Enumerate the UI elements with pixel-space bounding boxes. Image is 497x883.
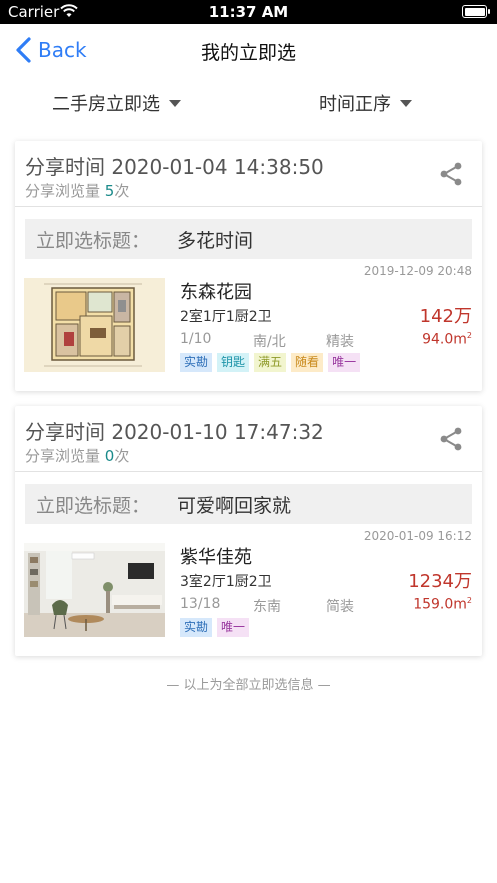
selection-title-value: 多花时间 bbox=[177, 230, 254, 252]
listing-tag: 实勘 bbox=[180, 353, 213, 372]
unit-price-value: 94.0m bbox=[422, 331, 467, 348]
listing-tag: 唯一 bbox=[217, 618, 250, 637]
caret-down-icon bbox=[169, 99, 181, 107]
share-time: 分享时间 2020-01-04 14:38:50 bbox=[25, 155, 324, 179]
time-order-filter-label: 时间正序 bbox=[319, 94, 391, 115]
end-of-list-note: — 以上为全部立即选信息 — bbox=[166, 678, 331, 693]
share-views-count: 0 bbox=[104, 447, 115, 465]
listing-floor: 13/18 bbox=[180, 596, 221, 612]
unit-price-sup: 2 bbox=[466, 331, 472, 340]
listing-decoration: 简装 bbox=[326, 599, 354, 615]
selection-title-value: 可爱啊回家就 bbox=[177, 495, 292, 517]
share-views-label: 分享浏览量 bbox=[25, 447, 101, 465]
listing-date: 2020-01-09 16:12 bbox=[363, 529, 472, 543]
listing-tag: 随看 bbox=[291, 353, 324, 372]
listing-unit-price: 94.0m2 bbox=[422, 331, 472, 348]
unit-price-sup: 2 bbox=[466, 596, 472, 605]
listing-unit-price: 159.0m2 bbox=[413, 596, 472, 613]
listing-orientation: 东南 bbox=[253, 599, 281, 615]
share-card-header: 分享时间 2020-01-04 14:38:50 分享浏览量 5次 bbox=[15, 141, 482, 207]
listing-name: 东森花园 bbox=[180, 282, 252, 303]
listing-layout: 3室2厅1厨2卫 bbox=[180, 574, 272, 590]
listing-item[interactable]: 2020-01-09 16:12 紫华佳苑 3室2厅1厨2卫 1234万 13/… bbox=[15, 526, 482, 652]
listing-name: 紫华佳苑 bbox=[180, 547, 252, 568]
property-type-filter-label: 二手房立即选 bbox=[52, 94, 160, 115]
listing-layout: 2室1厅1厨2卫 bbox=[180, 309, 272, 325]
listing-tags: 实勘 钥匙 满五 随看 唯一 bbox=[180, 353, 365, 372]
share-icon[interactable] bbox=[438, 426, 464, 452]
selection-title-label: 立即选标题： bbox=[36, 230, 151, 252]
property-type-filter[interactable]: 二手房立即选 bbox=[52, 90, 181, 116]
listing-tag: 钥匙 bbox=[217, 353, 250, 372]
living-room-photo bbox=[24, 543, 165, 637]
status-time: 11:37 AM bbox=[208, 3, 289, 21]
filter-bar: 二手房立即选 时间正序 bbox=[0, 78, 497, 128]
share-card-header: 分享时间 2020-01-10 17:47:32 分享浏览量 0次 bbox=[15, 406, 482, 472]
selection-title-label: 立即选标题： bbox=[36, 495, 151, 517]
listing-price: 1234万 bbox=[408, 571, 472, 592]
selection-title-box: 立即选标题： 可爱啊回家就 bbox=[25, 484, 472, 524]
share-views: 分享浏览量 0次 bbox=[25, 445, 129, 466]
listing-orientation: 南/北 bbox=[253, 334, 286, 350]
floorplan-image bbox=[24, 278, 165, 372]
selection-title-box: 立即选标题： 多花时间 bbox=[25, 219, 472, 259]
listing-decoration: 精装 bbox=[326, 334, 354, 350]
unit-price-value: 159.0m bbox=[413, 596, 467, 613]
nav-bar: Back 我的立即选 bbox=[0, 24, 497, 76]
listing-tag: 满五 bbox=[254, 353, 287, 372]
listing-price: 142万 bbox=[419, 306, 472, 327]
time-order-filter[interactable]: 时间正序 bbox=[319, 90, 412, 116]
share-views-count: 5 bbox=[104, 182, 115, 200]
share-views-label: 分享浏览量 bbox=[25, 182, 101, 200]
listing-date: 2019-12-09 20:48 bbox=[363, 264, 472, 278]
listing-item[interactable]: 2019-12-09 20:48 东森花园 2室1厅1厨2卫 142万 1/10… bbox=[15, 261, 482, 387]
listing-tags: 实勘 唯一 bbox=[180, 618, 254, 637]
listing-tag: 唯一 bbox=[328, 353, 361, 372]
listing-floor: 1/10 bbox=[180, 331, 212, 347]
share-views-unit: 次 bbox=[114, 447, 130, 465]
status-bar: Carrier 11:37 AM bbox=[0, 0, 497, 24]
share-time: 分享时间 2020-01-10 17:47:32 bbox=[25, 420, 324, 444]
caret-down-icon bbox=[400, 99, 412, 107]
share-card: 分享时间 2020-01-04 14:38:50 分享浏览量 5次 立即选标题：… bbox=[15, 141, 482, 391]
share-icon[interactable] bbox=[438, 161, 464, 187]
listing-tag: 实勘 bbox=[180, 618, 213, 637]
share-views-unit: 次 bbox=[114, 182, 130, 200]
share-card: 分享时间 2020-01-10 17:47:32 分享浏览量 0次 立即选标题：… bbox=[15, 406, 482, 656]
page-title: 我的立即选 bbox=[200, 42, 296, 64]
share-views: 分享浏览量 5次 bbox=[25, 180, 129, 201]
battery-icon bbox=[462, 5, 490, 18]
